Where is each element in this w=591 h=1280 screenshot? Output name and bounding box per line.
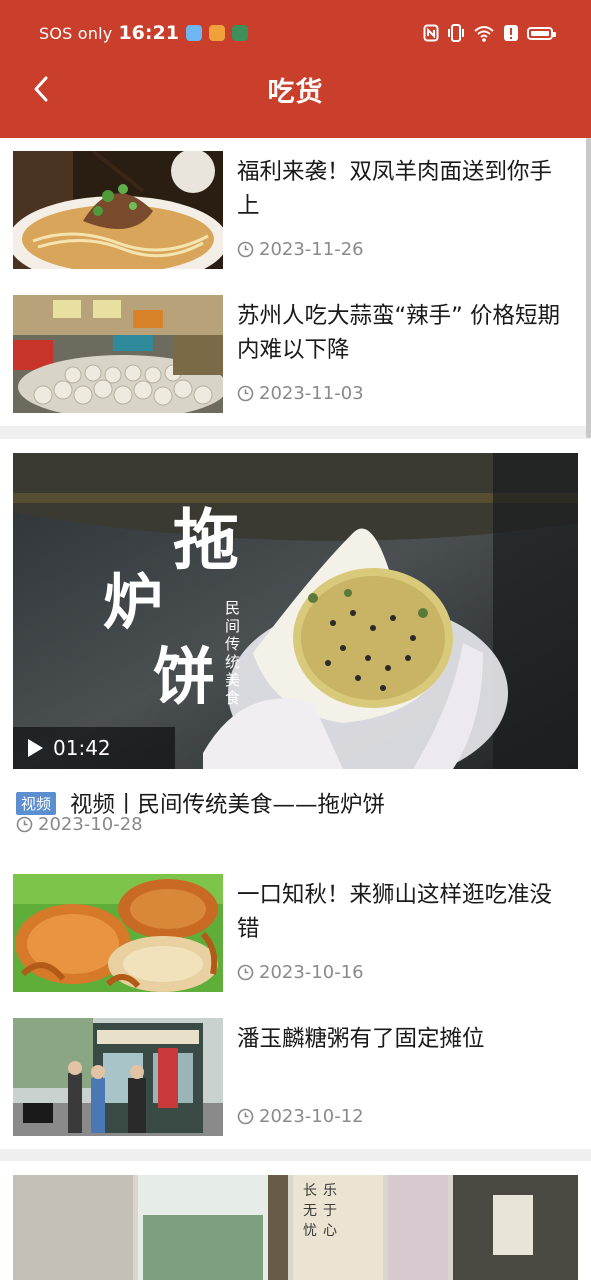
page-title: 吃货	[267, 77, 324, 108]
app-header: SOS only 16:21 吃货	[0, 0, 591, 138]
calligraphy-shop-image: 长 无 忧 乐 于 心	[13, 1175, 578, 1280]
status-left: SOS only 16:21	[39, 20, 248, 46]
video-date-text: 2023-10-28	[38, 814, 143, 835]
calligraphy-char: 乐	[323, 1183, 337, 1199]
article-thumbnail	[13, 151, 223, 269]
video-overlay-char: 炉	[103, 568, 163, 638]
video-duration-text: 01:42	[53, 736, 111, 760]
article-row[interactable]: 苏州人吃大蒜蛮“辣手” 价格短期内难以下降 2023-11-03	[0, 295, 591, 415]
article-row[interactable]: 潘玉麟糖粥有了固定摊位 2023-10-12	[0, 1018, 591, 1138]
video-badge: 视频	[16, 791, 57, 815]
notification-app-icon	[208, 25, 225, 41]
article-date: 2023-10-16	[237, 962, 364, 983]
calligraphy-char: 长	[303, 1183, 317, 1199]
calligraphy-char: 于	[323, 1203, 337, 1219]
clock-icon	[237, 241, 254, 258]
video-thumbnail[interactable]: 拖 炉 饼 民 间 传 统 美 食 01:42	[13, 453, 578, 769]
article-date-text: 2023-11-26	[259, 239, 364, 260]
notification-app-icon	[231, 25, 248, 41]
article-title: 苏州人吃大蒜蛮“辣手” 价格短期内难以下降	[237, 303, 560, 363]
video-duration: 01:42	[13, 727, 175, 769]
news-card: 长 无 忧 乐 于 心	[0, 1161, 591, 1280]
article-thumbnail	[13, 874, 223, 992]
clock-icon	[237, 964, 254, 981]
clock-time: 16:21	[118, 22, 179, 44]
article-title: 福利来袭！双凤羊肉面送到你手上	[237, 159, 553, 219]
article-date-text: 2023-10-16	[259, 962, 364, 983]
video-overlay-subtitle-char: 间	[225, 617, 240, 635]
news-card: 拖 炉 饼 民 间 传 统 美 食 01:42 视频 视频丨民间传统美食——拖炉…	[0, 439, 591, 1149]
play-icon	[28, 739, 43, 757]
calligraphy-char: 忧	[303, 1223, 317, 1239]
clock-icon	[237, 1108, 254, 1125]
calligraphy-char: 心	[323, 1223, 337, 1239]
video-overlay-subtitle-char: 食	[225, 689, 240, 707]
article-date: 2023-11-03	[237, 383, 364, 404]
clock-icon	[237, 385, 254, 402]
article-thumbnail	[13, 1018, 223, 1136]
noodle-bowl-image	[13, 151, 223, 269]
article-thumbnail	[13, 295, 223, 413]
calligraphy-char: 无	[303, 1203, 317, 1219]
garlic-market-image	[13, 295, 223, 413]
status-bar: SOS only 16:21	[0, 0, 591, 64]
article-date: 2023-11-26	[237, 239, 364, 260]
video-overlay-subtitle-char: 统	[225, 653, 240, 671]
tuolubing-video-image: 拖 炉 饼 民 间 传 统 美 食	[13, 453, 578, 769]
article-title: 一口知秋！来狮山这样逛吃准没错	[237, 882, 553, 942]
article-thumbnail-large[interactable]: 长 无 忧 乐 于 心	[13, 1175, 578, 1280]
street-stall-image	[13, 1018, 223, 1136]
article-date: 2023-10-12	[237, 1106, 364, 1127]
alert-icon	[504, 25, 518, 41]
nfc-icon	[423, 24, 439, 42]
video-date: 2023-10-28	[16, 814, 143, 835]
article-title: 潘玉麟糖粥有了固定摊位	[237, 1026, 485, 1052]
video-overlay-subtitle-char: 美	[225, 671, 240, 689]
status-right	[423, 20, 556, 46]
vibrate-icon	[448, 24, 464, 42]
notification-app-icon	[185, 25, 202, 41]
video-overlay-char: 拖	[173, 501, 239, 579]
clock-icon	[16, 816, 33, 833]
video-overlay-subtitle-char: 传	[225, 635, 240, 653]
video-overlay-subtitle-char: 民	[225, 599, 240, 617]
video-overlay-char: 饼	[153, 640, 215, 713]
news-card: 福利来袭！双凤羊肉面送到你手上 2023-11-26 苏州人吃大蒜蛮“辣手” 价…	[0, 138, 591, 426]
article-row[interactable]: 一口知秋！来狮山这样逛吃准没错 2023-10-16	[0, 874, 591, 994]
article-date-text: 2023-10-12	[259, 1106, 364, 1127]
article-row[interactable]: 福利来袭！双凤羊肉面送到你手上 2023-11-26	[0, 151, 591, 271]
crabs-image	[13, 874, 223, 992]
article-date-text: 2023-11-03	[259, 383, 364, 404]
scrollbar[interactable]	[586, 138, 591, 438]
battery-icon	[527, 26, 556, 40]
carrier-label: SOS only	[39, 23, 113, 43]
wifi-icon	[474, 26, 494, 42]
